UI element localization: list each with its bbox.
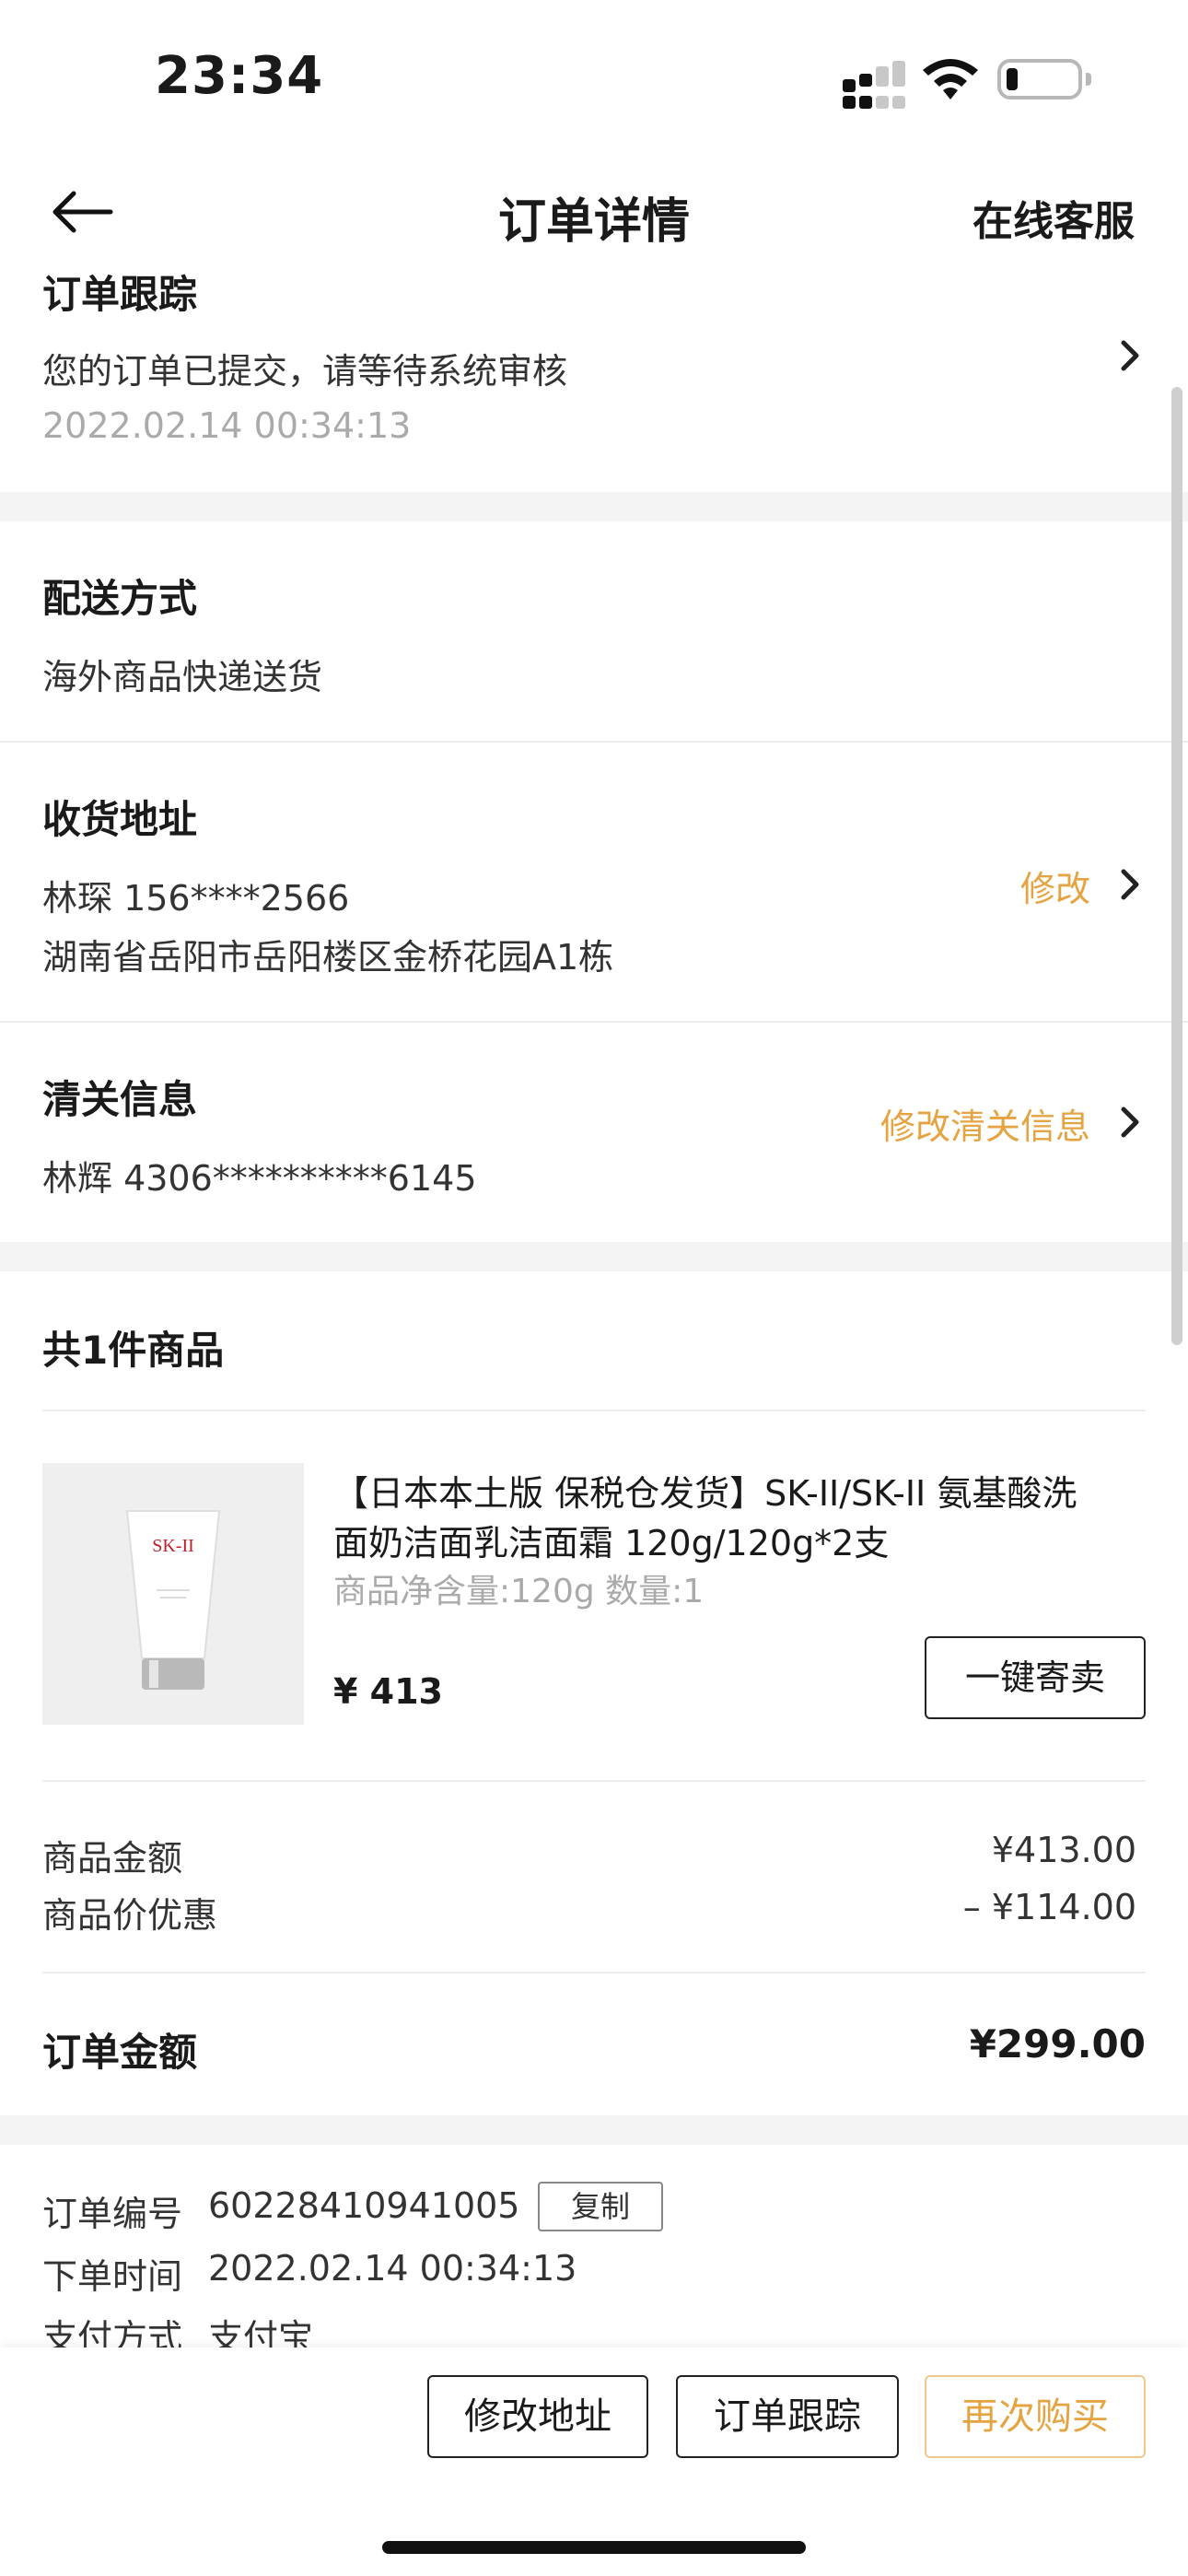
delivery-section: 配送方式 海外商品快递送货 [0,521,1188,743]
copy-order-no-button[interactable]: 复制 [538,2182,663,2231]
product-logo-text: SK-II [152,1536,194,1556]
section-divider [0,2115,1188,2145]
goods-amount-label: 商品金额 [42,1838,183,1879]
product-price: ¥ 413 [333,1671,443,1712]
order-no-label: 订单编号 [42,2194,183,2234]
status-bar: 23:34 [0,0,1188,157]
tracking-section[interactable]: 订单跟踪 您的订单已提交，请等待系统审核 2022.02.14 00:34:13 [0,258,1188,492]
address-detail: 湖南省岳阳市岳阳楼区金桥花园A1栋 [42,937,614,978]
goods-section: 共1件商品 SK-II 【日本本土版 保税仓发货】SK-II/SK-II 氨基酸… [0,1271,1188,2115]
rebuy-button[interactable]: 再次购买 [925,2375,1146,2458]
cellular-signal-icon [843,61,907,109]
order-total-value: ¥299.00 [969,2021,1146,2067]
online-service-link[interactable]: 在线客服 [973,188,1135,247]
home-indicator[interactable] [382,2541,806,2554]
customs-edit-link[interactable]: 修改清关信息 [880,1098,1090,1149]
order-time-label: 下单时间 [42,2256,183,2297]
payment-method-value: 支付宝 [208,2317,314,2348]
bottom-action-bar: 修改地址 订单跟踪 再次购买 [0,2348,1188,2576]
product-name-line2: 面奶洁面乳洁面霜 120g/120g*2支 [333,1523,890,1563]
chevron-right-icon[interactable] [1116,1104,1144,1141]
address-name-phone: 林琛 156****2566 [42,878,350,919]
discount-label: 商品价优惠 [42,1895,218,1936]
address-section[interactable]: 收货地址 林琛 156****2566 湖南省岳阳市岳阳楼区金桥花园A1栋 修改 [0,743,1188,1023]
row-divider [42,1780,1146,1782]
tracking-title: 订单跟踪 [42,272,198,317]
tracking-time: 2022.02.14 00:34:13 [42,405,412,446]
status-time: 23:34 [155,46,324,106]
battery-icon [997,59,1091,100]
product-name-line1: 【日本本土版 保税仓发货】SK-II/SK-II 氨基酸洗 [333,1473,1077,1514]
product-image[interactable]: SK-II [42,1463,304,1725]
row-divider [42,1972,1146,1973]
address-title: 收货地址 [42,797,198,842]
customs-info: 林辉 4306**********6145 [42,1158,477,1199]
order-tracking-button[interactable]: 订单跟踪 [676,2375,899,2458]
address-edit-link[interactable]: 修改 [1020,861,1090,911]
product-tube-image: SK-II [125,1510,221,1690]
row-divider [42,1410,1146,1411]
discount-value: – ¥114.00 [962,1887,1136,1927]
order-no-value: 60228410941005 [208,2185,520,2226]
tracking-message: 您的订单已提交，请等待系统审核 [42,351,568,392]
customs-title: 清关信息 [42,1077,198,1122]
chevron-right-icon[interactable] [1116,866,1144,903]
consign-button[interactable]: 一键寄卖 [925,1636,1146,1719]
product-spec: 商品净含量:120g 数量:1 [333,1573,705,1610]
customs-section[interactable]: 清关信息 林辉 4306**********6145 修改清关信息 [0,1023,1188,1242]
order-total-label: 订单金额 [42,2030,198,2075]
product-item[interactable]: SK-II 【日本本土版 保税仓发货】SK-II/SK-II 氨基酸洗 面奶洁面… [0,1463,1188,1730]
section-divider [0,1242,1188,1271]
section-divider [0,492,1188,521]
goods-amount-value: ¥413.00 [991,1830,1136,1870]
edit-address-button[interactable]: 修改地址 [427,2375,648,2458]
order-info-section: 订单编号 60228410941005 复制 下单时间 2022.02.14 0… [0,2145,1188,2348]
wifi-icon [923,59,978,100]
goods-count-title: 共1件商品 [42,1328,225,1373]
order-detail-content[interactable]: 订单跟踪 您的订单已提交，请等待系统审核 2022.02.14 00:34:13… [0,258,1188,2348]
payment-method-label: 支付方式 [42,2317,183,2348]
order-time-value: 2022.02.14 00:34:13 [208,2248,577,2289]
delivery-method: 海外商品快递送货 [42,657,323,697]
delivery-title: 配送方式 [42,576,198,621]
nav-bar: 订单详情 在线客服 [0,166,1188,258]
chevron-right-icon [1121,340,1139,371]
scrollbar[interactable] [1171,387,1182,1345]
